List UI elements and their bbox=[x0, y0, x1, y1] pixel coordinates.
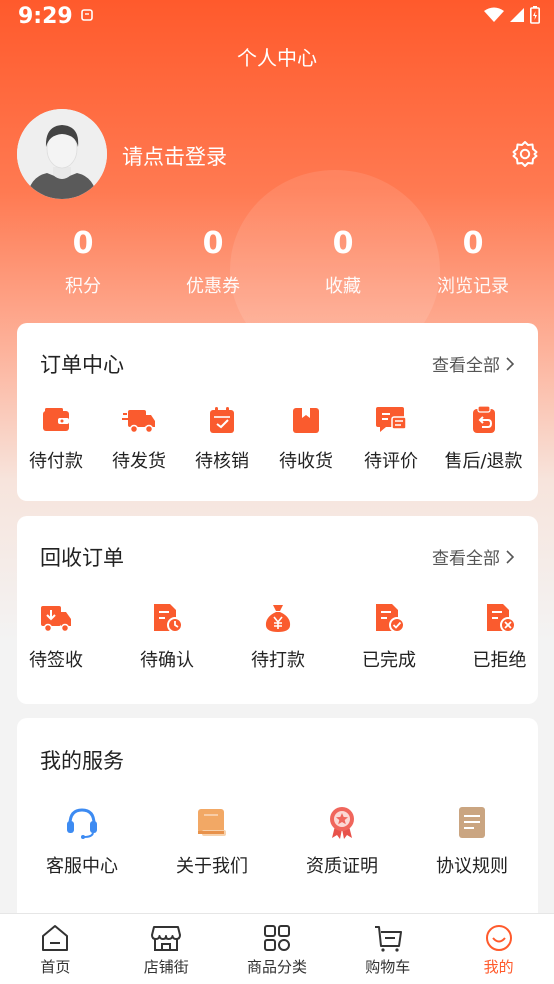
recycle-item-label: 已完成 bbox=[362, 650, 416, 671]
store-icon bbox=[151, 926, 182, 951]
stat-value: 0 bbox=[462, 226, 484, 261]
stat-value: 0 bbox=[72, 226, 94, 261]
recycle-item-rejected[interactable]: 已拒绝 bbox=[461, 602, 538, 672]
service-customer-center[interactable]: 客服中心 bbox=[17, 804, 147, 878]
recycle-orders-title: 回收订单 bbox=[40, 546, 124, 570]
order-item-label: 待发货 bbox=[112, 451, 166, 472]
my-services-title: 我的服务 bbox=[40, 749, 124, 773]
tab-label: 首页 bbox=[40, 958, 71, 976]
wifi-icon bbox=[484, 7, 504, 22]
stat-favorites[interactable]: 0 收藏 bbox=[278, 224, 408, 298]
tab-label: 商品分类 bbox=[246, 958, 307, 976]
recycle-item-label: 已拒绝 bbox=[472, 650, 527, 671]
order-item-label: 售后/退款 bbox=[444, 451, 523, 472]
service-label: 客服中心 bbox=[46, 856, 118, 877]
stat-label: 浏览记录 bbox=[437, 276, 509, 297]
service-agreement-rules[interactable]: 协议规则 bbox=[407, 804, 537, 878]
tab-store-street[interactable]: 店铺街 bbox=[111, 914, 222, 984]
status-bar: 9:29 bbox=[0, 0, 554, 34]
truck-icon bbox=[122, 410, 155, 434]
stat-value: 0 bbox=[202, 226, 224, 261]
cart-icon bbox=[374, 926, 402, 952]
order-item-pending-review[interactable]: 待评价 bbox=[351, 405, 431, 473]
order-center-view-all[interactable]: 查看全部 bbox=[432, 351, 514, 376]
order-item-after-sales[interactable]: 售后/退款 bbox=[431, 405, 536, 473]
recycle-item-label: 待签收 bbox=[29, 650, 83, 671]
stat-label: 收藏 bbox=[325, 276, 361, 297]
order-item-pending-shipment[interactable]: 待发货 bbox=[95, 405, 183, 473]
chevron-right-icon bbox=[506, 356, 514, 371]
money-bag-icon bbox=[265, 605, 291, 632]
recycle-orders-view-all[interactable]: 查看全部 bbox=[432, 544, 514, 569]
tab-categories[interactable]: 商品分类 bbox=[222, 914, 333, 984]
tab-cart[interactable]: 购物车 bbox=[332, 914, 443, 984]
agreement-icon bbox=[459, 807, 485, 838]
package-icon bbox=[293, 408, 319, 433]
default-avatar-icon bbox=[17, 109, 107, 199]
stat-points[interactable]: 0 积分 bbox=[18, 224, 148, 298]
order-item-label: 待核销 bbox=[195, 451, 249, 472]
tab-label: 我的 bbox=[483, 958, 514, 976]
page-title: 个人中心 bbox=[237, 46, 317, 70]
headset-icon bbox=[67, 808, 97, 839]
recycle-item-label: 待打款 bbox=[251, 650, 305, 671]
smile-icon bbox=[485, 925, 512, 951]
tab-label: 店铺街 bbox=[143, 958, 189, 976]
order-center-title: 订单中心 bbox=[40, 353, 124, 377]
bottom-tab-bar: 首页 店铺街 商品分类 购物车 我的 bbox=[0, 913, 554, 984]
stats-row: 0 积分 0 优惠券 0 收藏 0 浏览记录 bbox=[18, 224, 538, 298]
document-clock-icon bbox=[154, 604, 183, 633]
home-icon bbox=[42, 925, 69, 951]
stat-label: 优惠券 bbox=[186, 276, 240, 297]
comment-icon bbox=[376, 407, 407, 432]
signal-icon bbox=[510, 8, 524, 22]
settings-icon[interactable] bbox=[511, 140, 539, 168]
recycle-item-completed[interactable]: 已完成 bbox=[317, 602, 461, 672]
tab-label: 购物车 bbox=[365, 958, 411, 976]
view-all-label: 查看全部 bbox=[432, 356, 500, 376]
stat-coupons[interactable]: 0 优惠券 bbox=[148, 224, 278, 298]
recycle-item-pending-confirmation[interactable]: 待确认 bbox=[95, 602, 239, 672]
order-item-pending-receipt[interactable]: 待收货 bbox=[261, 405, 351, 473]
order-item-label: 待付款 bbox=[29, 451, 83, 472]
recycle-item-pending-payout[interactable]: 待打款 bbox=[239, 602, 317, 672]
book-icon bbox=[198, 809, 226, 836]
stat-value: 0 bbox=[332, 226, 354, 261]
service-about-us[interactable]: 关于我们 bbox=[147, 804, 277, 878]
status-time: 9:29 bbox=[18, 4, 73, 29]
delivery-truck-icon bbox=[41, 606, 71, 633]
login-prompt[interactable]: 请点击登录 bbox=[122, 141, 227, 171]
chevron-right-icon bbox=[506, 549, 514, 564]
stat-history[interactable]: 0 浏览记录 bbox=[408, 224, 538, 298]
view-all-label: 查看全部 bbox=[432, 549, 500, 569]
avatar[interactable] bbox=[17, 109, 107, 199]
battery-icon bbox=[530, 6, 540, 24]
wallet-icon bbox=[43, 408, 69, 431]
refund-icon bbox=[472, 405, 495, 433]
recycle-item-label: 待确认 bbox=[140, 650, 194, 671]
my-services-card: 我的服务 客服中心 关于我们 资质证明 协议规则 bbox=[17, 718, 538, 928]
order-item-label: 待收货 bbox=[279, 451, 333, 472]
stat-label: 积分 bbox=[65, 276, 101, 297]
category-icon bbox=[263, 925, 290, 951]
order-item-label: 待评价 bbox=[364, 451, 418, 472]
award-icon bbox=[330, 807, 354, 839]
notification-icon bbox=[81, 9, 93, 21]
service-label: 资质证明 bbox=[306, 856, 378, 877]
tab-home[interactable]: 首页 bbox=[0, 914, 111, 984]
order-center-card: 订单中心 查看全部 待付款 待发货 待核销 待收货 待评价 售后/退款 bbox=[17, 323, 538, 501]
document-reject-icon bbox=[486, 604, 516, 633]
service-qualifications[interactable]: 资质证明 bbox=[277, 804, 407, 878]
service-label: 协议规则 bbox=[436, 856, 508, 877]
calendar-check-icon bbox=[210, 407, 234, 433]
recycle-item-pending-signature[interactable]: 待签收 bbox=[17, 602, 95, 672]
tab-mine[interactable]: 我的 bbox=[443, 914, 554, 984]
service-label: 关于我们 bbox=[176, 856, 248, 877]
order-item-pending-verification[interactable]: 待核销 bbox=[183, 405, 261, 473]
document-check-icon bbox=[376, 604, 405, 633]
recycle-orders-card: 回收订单 查看全部 待签收 待确认 待打款 已完成 已拒绝 bbox=[17, 516, 538, 704]
order-item-pending-payment[interactable]: 待付款 bbox=[17, 405, 95, 473]
